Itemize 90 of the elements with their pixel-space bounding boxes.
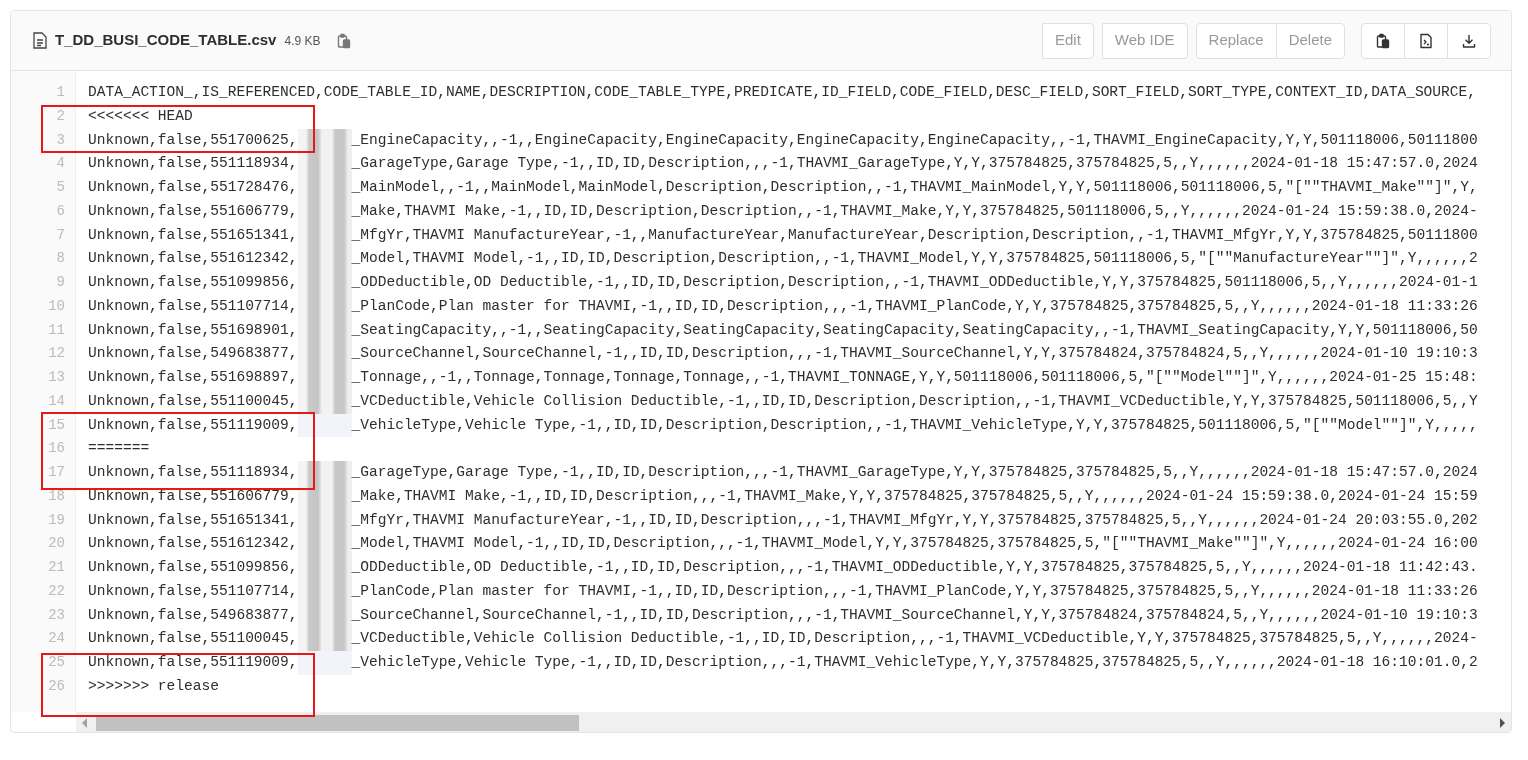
blurred-patch xyxy=(297,627,352,651)
code-text: Unknown,false,551099856, xyxy=(88,558,298,577)
line-number: 9 xyxy=(55,273,66,292)
code-line: >>>>>>> release xyxy=(88,676,219,696)
download-button[interactable] xyxy=(1447,22,1491,59)
line-number: 12 xyxy=(47,344,66,364)
code-line: DATA_ACTION_,IS_REFERENCED,CODE_TABLE_ID,NAME,DESCRIPTION,CODE_TABLE_TYPE,PREDICATE,ID_FIELD,CODE_FIELD,DESC_FIELD,SORT_FIELD,SORT_TYPE,CONTEXT_ID,DATA_SOURCE, xyxy=(88,83,1476,102)
line-number: 10 xyxy=(47,296,66,316)
line-number: 6 xyxy=(55,201,66,221)
code-text: Unknown,false,551651341, xyxy=(88,510,298,530)
code-text: Unknown,false,551099856, xyxy=(88,273,298,292)
code-text: _VehicleType,Vehicle Type,-1,,ID,ID,Description,,,-1,THAVMI_VehicleType,Y,Y,375784825,375784825,5,,Y,,,,,,2024-01-18 16:10:01.0,2 xyxy=(351,653,1478,672)
code-text: Unknown,false,551612342, xyxy=(88,249,298,269)
code-text: Unknown,false,551107714, xyxy=(88,581,298,601)
line-number: 3 xyxy=(55,130,66,150)
copy-icon xyxy=(1375,32,1391,49)
code-text: Unknown,false,551698897, xyxy=(88,368,298,387)
code-text: Unknown,false,551100045, xyxy=(88,629,298,649)
horizontal-scrollbar[interactable] xyxy=(76,712,1511,732)
line-number: 22 xyxy=(47,581,66,601)
code-text: Unknown,false,551606779, xyxy=(88,201,298,221)
line-number: 13 xyxy=(47,368,66,387)
code-text: _EngineCapacity,,-1,,EngineCapacity,EngineCapacity,EngineCapacity,EngineCapacity,,-1,THAVMI_EngineCapacity,Y,Y,501118006,50111800 xyxy=(351,130,1478,150)
code-text: _PlanCode,Plan master for THAVMI,-1,,ID,ID,Description,,,-1,THAVMI_PlanCode,Y,Y,375784825,375784825,5,,Y,,,,,,2024-01-18 11:33:26 xyxy=(351,296,1478,316)
code-text: _MainModel,,-1,,MainModel,MainModel,Description,Description,,-1,THAVMI_MainModel,Y,Y,501118006,501118006,5,"[""THAVMI_Make""]",Y, xyxy=(351,178,1478,197)
code-text: Unknown,false,551700625, xyxy=(88,130,298,150)
code-text: Unknown,false,551119009, xyxy=(88,415,298,435)
open-raw-button[interactable] xyxy=(1404,22,1448,59)
line-number: 11 xyxy=(47,320,66,340)
blurred-patch xyxy=(297,389,352,414)
blank-patch xyxy=(297,651,352,675)
code-text: Unknown,false,551118934, xyxy=(88,463,298,482)
line-number: 5 xyxy=(55,178,66,197)
code-text: _Make,THAVMI Make,-1,,ID,ID,Description,,,-1,THAVMI_Make,Y,Y,375784825,375784825,5,,Y,,,,,,2024-01-24 15:59:38.0,2024-01-24 15:59 xyxy=(351,486,1478,506)
file-icon xyxy=(33,32,47,49)
code-text: _Model,THAVMI Model,-1,,ID,ID,Description,Description,,-1,THAVMI_Model,Y,Y,375784825,501118006,5,"[""ManufactureYear""]",Y,,,,,,2 xyxy=(351,249,1478,269)
line-number: 18 xyxy=(47,486,66,506)
line-number: 26 xyxy=(47,676,66,696)
file-size: 4.9 KB xyxy=(284,32,321,50)
code-text: _MfgYr,THAVMI ManufactureYear,-1,,ManufactureYear,ManufactureYear,Description,Description,,-1,THAVMI_MfgYr,Y,Y,375784825,50111800 xyxy=(351,225,1478,245)
code-text: _Model,THAVMI Model,-1,,ID,ID,Description,,,-1,THAVMI_Model,Y,Y,375784825,375784825,5,"[""THAVMI_Make""]",Y,,,,,,2024-01-24 16:00 xyxy=(351,534,1478,554)
code-text: _SeatingCapacity,,-1,,SeatingCapacity,SeatingCapacity,SeatingCapacity,SeatingCapacity,,-1,THAVMI_SeatingCapacity,Y,Y,501118006,50 xyxy=(351,320,1478,340)
code-text: Unknown,false,551119009, xyxy=(88,653,298,672)
code-text: Unknown,false,551728476, xyxy=(88,178,298,197)
code-text: _GarageType,Garage Type,-1,,ID,ID,Description,,,-1,THAVMI_GarageType,Y,Y,375784825,375784825,5,,Y,,,,,,2024-01-18 15:47:57.0,2024 xyxy=(351,154,1478,174)
code-line: <<<<<<< HEAD xyxy=(88,106,193,126)
code-text: _SourceChannel,SourceChannel,-1,,ID,ID,Description,,,-1,THAVMI_SourceChannel,Y,Y,375784824,375784824,5,,Y,,,,,,2024-01-10 19:10:3 xyxy=(351,605,1478,625)
line-number: 14 xyxy=(47,391,66,411)
copy-contents-button[interactable] xyxy=(1361,22,1405,59)
line-number: 16 xyxy=(47,439,66,459)
code-text: _ODDeductible,OD Deductible,-1,,ID,ID,Description,,,-1,THAVMI_ODDeductible,Y,Y,375784825,375784825,5,,Y,,,,,,2024-01-18 11:42:43. xyxy=(351,558,1478,577)
code-text: _Make,THAVMI Make,-1,,ID,ID,Description,Description,,-1,THAVMI_Make,Y,Y,375784825,501118006,5,,Y,,,,,,2024-01-24 15:59:38.0,2024- xyxy=(351,201,1478,221)
code-text: Unknown,false,551606779, xyxy=(88,486,298,506)
code-text: _MfgYr,THAVMI ManufactureYear,-1,,ID,ID,Description,,,-1,THAVMI_MfgYr,Y,Y,375784825,375784825,5,,Y,,,,,,2024-01-24 20:03:55.0,202 xyxy=(351,510,1478,530)
line-number: 21 xyxy=(47,558,66,577)
file-code-icon xyxy=(1418,32,1434,49)
line-number: 15 xyxy=(47,415,66,435)
line-number: 17 xyxy=(47,463,66,482)
line-number: 23 xyxy=(47,605,66,625)
line-number: 19 xyxy=(47,510,66,530)
line-number: 2 xyxy=(55,106,66,126)
line-number: 4 xyxy=(55,154,66,174)
code-text: _GarageType,Garage Type,-1,,ID,ID,Description,,,-1,THAVMI_GarageType,Y,Y,375784825,375784825,5,,Y,,,,,,2024-01-18 15:47:57.0,2024 xyxy=(351,463,1478,482)
line-number: 20 xyxy=(47,534,66,554)
copy-path-button[interactable] xyxy=(336,32,353,49)
line-number: 24 xyxy=(47,629,66,649)
line-number: 1 xyxy=(55,83,66,102)
line-number: 25 xyxy=(47,653,66,672)
code-text: _VCDeductible,Vehicle Collision Deductible,-1,,ID,ID,Description,,,-1,THAVMI_VCDeductible,Y,Y,375784825,375784825,5,,Y,,,,,,2024- xyxy=(351,629,1478,649)
download-icon xyxy=(1461,32,1477,49)
code-text: _PlanCode,Plan master for THAVMI,-1,,ID,ID,Description,,,-1,THAVMI_PlanCode,Y,Y,375784825,375784825,5,,Y,,,,,,2024-01-18 11:33:26 xyxy=(351,581,1478,601)
code-text: Unknown,false,551698901, xyxy=(88,320,298,340)
code-line: ======= xyxy=(88,439,150,459)
line-number: 8 xyxy=(55,249,66,269)
code-text: Unknown,false,551107714, xyxy=(88,296,298,316)
code-text: Unknown,false,549683877, xyxy=(88,605,298,625)
code-text: Unknown,false,551612342, xyxy=(88,534,298,554)
blurred-patch xyxy=(297,128,352,153)
code-text: Unknown,false,551100045, xyxy=(88,391,298,411)
file-name: T_DD_BUSI_CODE_TABLE.csv xyxy=(55,30,277,51)
blurred-patch xyxy=(297,461,352,485)
code-text: _VehicleType,Vehicle Type,-1,,ID,ID,Description,Description,,-1,THAVMI_VehicleType,Y,Y,375784825,501118006,5,"[""Model""]",Y,,,,, xyxy=(351,415,1478,435)
code-text: Unknown,false,549683877, xyxy=(88,344,298,364)
code-text: Unknown,false,551118934, xyxy=(88,154,298,174)
code-text: _ODDeductible,OD Deductible,-1,,ID,ID,Description,Description,,-1,THAVMI_ODDeductible,Y,Y,375784825,501118006,5,,Y,,,,,,2024-01-1 xyxy=(351,273,1478,292)
line-number: 7 xyxy=(55,225,66,245)
code-text: Unknown,false,551651341, xyxy=(88,225,298,245)
code-text: _SourceChannel,SourceChannel,-1,,ID,ID,Description,,,-1,THAVMI_SourceChannel,Y,Y,375784824,375784824,5,,Y,,,,,,2024-01-10 19:10:3 xyxy=(351,344,1478,364)
code-text: _VCDeductible,Vehicle Collision Deductible,-1,,ID,ID,Description,Description,,-1,THAVMI_VCDeductible,Y,Y,375784825,501118006,5,,Y xyxy=(351,391,1478,411)
code-text: _Tonnage,,-1,,Tonnage,Tonnage,Tonnage,Tonnage,,-1,THAVMI_TONNAGE,Y,Y,501118006,501118006,5,"[""Model""]",Y,,,,,,2024-01-25 15:48: xyxy=(351,368,1478,387)
